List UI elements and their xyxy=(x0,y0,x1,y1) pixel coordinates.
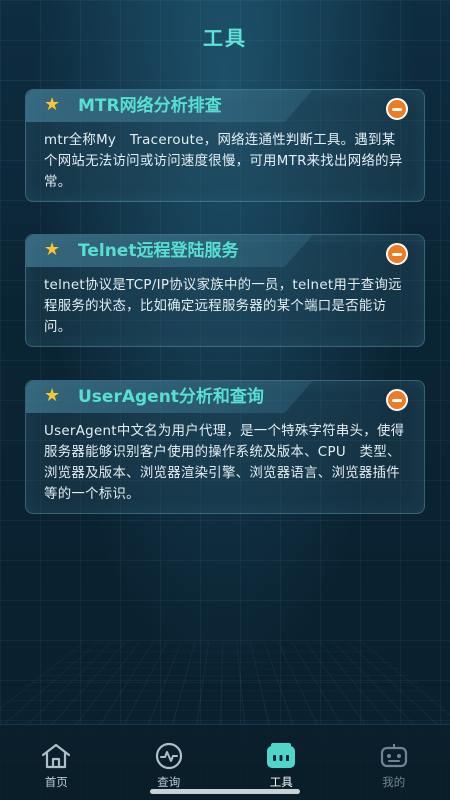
collapse-icon[interactable] xyxy=(386,98,408,120)
home-indicator xyxy=(150,789,300,794)
star-icon: ★ xyxy=(44,385,61,406)
collapse-icon[interactable] xyxy=(386,389,408,411)
activity-icon xyxy=(155,742,182,770)
star-icon: ★ xyxy=(44,239,61,260)
card-description: UserAgent中文名为用户代理，是一个特殊字符串头，使得服务器能够识别客户使… xyxy=(44,424,405,502)
tab-mine[interactable]: 我的 xyxy=(338,725,450,800)
tab-home[interactable]: 首页 xyxy=(0,725,113,800)
collapse-icon[interactable] xyxy=(386,243,408,265)
robot-icon xyxy=(380,744,407,768)
toolbox-icon xyxy=(267,743,296,768)
star-icon: ★ xyxy=(44,94,61,115)
tab-label: 工具 xyxy=(269,775,293,789)
tab-label: 我的 xyxy=(382,775,406,789)
tool-card-mtr[interactable]: ★ MTR网络分析排查 mtr全称My Traceroute，网络连通性判断工具… xyxy=(25,89,425,202)
card-title: Telnet远程登陆服务 xyxy=(78,241,239,261)
tool-card-telnet[interactable]: ★ Telnet远程登陆服务 telnet协议是TCP/IP协议家族中的一员，t… xyxy=(25,234,425,347)
page-title: 工具 xyxy=(203,26,247,50)
tool-card-useragent[interactable]: ★ UserAgent分析和查询 UserAgent中文名为用户代理，是一个特殊… xyxy=(25,380,425,514)
card-description: mtr全称My Traceroute，网络连通性判断工具。遇到某个网站无法访问或… xyxy=(44,133,403,190)
tab-label: 首页 xyxy=(44,775,68,789)
card-description: telnet协议是TCP/IP协议家族中的一员，telnet用于查询远程服务的状… xyxy=(44,278,402,335)
card-title: UserAgent分析和查询 xyxy=(78,387,264,407)
tab-label: 查询 xyxy=(157,775,181,789)
card-title: MTR网络分析排查 xyxy=(78,96,222,116)
home-icon xyxy=(42,743,71,769)
